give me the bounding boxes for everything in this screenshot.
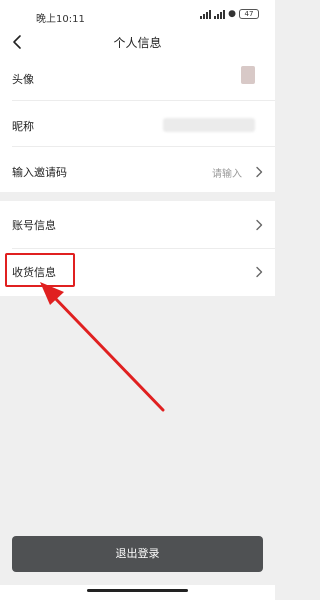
logout-button[interactable]: 退出登录 (12, 536, 263, 572)
annotation-arrow (40, 282, 165, 412)
home-indicator[interactable] (87, 589, 188, 592)
footer (0, 585, 275, 600)
